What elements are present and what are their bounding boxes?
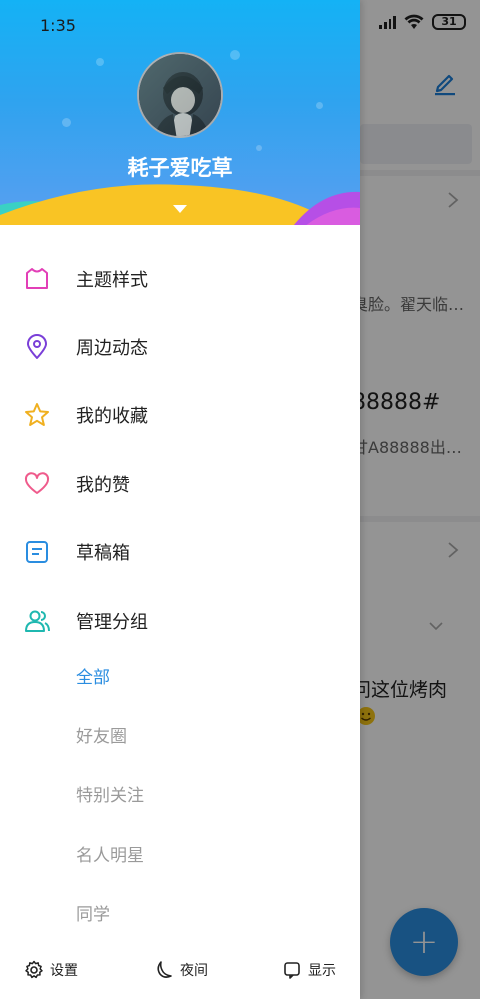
menu-item-label: 周边动态 (76, 338, 148, 359)
heart-icon (24, 472, 50, 494)
decorative-bubble (96, 58, 104, 66)
username[interactable]: 耗子爱吃草 (0, 152, 360, 182)
menu-item-label: 管理分组 (76, 612, 148, 633)
drawer-header: 1:35 耗子爱吃草 (0, 0, 360, 225)
group-item-special-follow[interactable]: 特别关注 (76, 781, 144, 806)
settings-button[interactable]: 设置 (24, 950, 78, 990)
status-time: 1:35 (40, 16, 76, 35)
decorative-bubble (230, 50, 240, 60)
group-item-classmates[interactable]: 同学 (76, 900, 110, 925)
menu-item-nearby[interactable]: 周边动态 (0, 317, 360, 377)
group-users-icon (25, 610, 50, 632)
moon-icon (157, 961, 172, 978)
menu-item-manage-groups[interactable]: 管理分组 (0, 591, 360, 651)
menu-item-favorites[interactable]: 我的收藏 (0, 385, 360, 445)
settings-label: 设置 (50, 963, 78, 979)
night-mode-button[interactable]: 夜间 (154, 950, 208, 990)
tshirt-icon (26, 268, 48, 289)
group-item-all[interactable]: 全部 (76, 663, 110, 688)
menu-item-label: 草稿箱 (76, 543, 130, 564)
navigation-drawer: 1:35 耗子爱吃草 主题样式 周边动态 我的收藏 我的赞 草稿箱 管理分组 全… (0, 0, 360, 999)
expand-down-icon[interactable] (173, 205, 187, 213)
star-icon (25, 403, 49, 426)
menu-item-label: 我的赞 (76, 475, 130, 496)
location-pin-icon (27, 334, 47, 359)
group-item-friends[interactable]: 好友圈 (76, 722, 127, 747)
group-item-celebrities[interactable]: 名人明星 (76, 841, 144, 866)
display-label: 显示 (308, 963, 336, 979)
drawer-bottom-bar: 设置 夜间 显示 (0, 950, 360, 990)
avatar-image (139, 54, 221, 136)
decorative-bubble (62, 118, 71, 127)
menu-item-drafts[interactable]: 草稿箱 (0, 522, 360, 582)
display-button[interactable]: 显示 (282, 950, 336, 990)
draft-icon (26, 541, 48, 563)
menu-item-theme[interactable]: 主题样式 (0, 249, 360, 309)
avatar[interactable] (137, 52, 223, 138)
night-mode-label: 夜间 (180, 963, 208, 979)
menu-item-label: 主题样式 (76, 270, 148, 291)
decorative-bubble (316, 102, 323, 109)
decorative-bubble (256, 145, 262, 151)
menu-item-label: 我的收藏 (76, 406, 148, 427)
gear-icon (25, 960, 43, 979)
menu-item-likes[interactable]: 我的赞 (0, 454, 360, 514)
display-icon (284, 962, 300, 979)
